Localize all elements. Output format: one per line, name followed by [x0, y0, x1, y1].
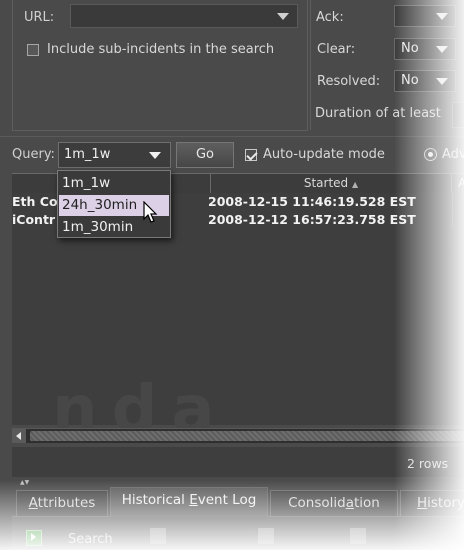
horizontal-scrollbar[interactable]: [12, 428, 464, 443]
ack-label: Ack:: [316, 10, 344, 25]
advanced-label[interactable]: Adv: [442, 147, 464, 162]
auto-update-checkbox[interactable]: [245, 149, 257, 161]
advanced-radio[interactable]: [424, 148, 437, 161]
resolved-label: Resolved:: [317, 74, 381, 89]
cell-ack: [452, 211, 464, 228]
resolved-combo[interactable]: No: [394, 70, 456, 92]
column-header-started-label: Started: [303, 176, 349, 190]
row-count: 2 rows: [407, 456, 449, 471]
toolbar-icon[interactable]: [350, 528, 366, 544]
url-combo[interactable]: [70, 4, 298, 28]
query-combo[interactable]: 1m_1w: [58, 142, 171, 168]
status-bar: 2 rows: [12, 447, 464, 477]
tab-history-label: History: [416, 495, 464, 511]
tab-consolidation-label: Consolidation: [288, 495, 380, 511]
include-sub-incidents-label[interactable]: Include sub-incidents in the search: [47, 42, 274, 57]
clear-label: Clear:: [317, 42, 356, 57]
splitter[interactable]: [12, 478, 464, 484]
duration-field[interactable]: [452, 102, 464, 128]
tab-bar: Attributes Historical Event Log Consolid…: [12, 486, 464, 517]
tab-attributes-label: Attributes: [28, 495, 96, 511]
query-selected-value: 1m_1w: [64, 147, 111, 162]
url-label: URL:: [24, 10, 55, 25]
duration-label: Duration of at least: [315, 106, 441, 121]
chevron-down-icon[interactable]: [149, 152, 161, 159]
tab-consolidation[interactable]: Consolidation: [270, 490, 398, 516]
auto-update-label[interactable]: Auto-update mode: [263, 147, 385, 162]
cell-ack: [452, 193, 464, 210]
chevron-down-icon[interactable]: [436, 46, 448, 53]
scrollbar-thumb[interactable]: [30, 431, 464, 441]
chevron-down-icon[interactable]: [436, 13, 448, 20]
search-button-label[interactable]: Search: [68, 532, 113, 547]
cell-started: 2008-12-12 16:57:23.758 EST: [208, 212, 416, 227]
toolbar-icon[interactable]: [150, 528, 166, 544]
divider: [0, 136, 464, 137]
tab-historical-event-log-label: Historical Event Log: [121, 492, 257, 508]
include-sub-incidents-checkbox[interactable]: [27, 44, 39, 56]
clear-value: No: [401, 41, 419, 56]
chevron-down-icon[interactable]: [436, 78, 448, 85]
search-run-icon[interactable]: [26, 530, 42, 546]
toolbar-icon[interactable]: [258, 528, 274, 544]
tab-historical-event-log[interactable]: Historical Event Log: [110, 487, 268, 517]
splitter-arrows-icon[interactable]: ▲▼: [20, 479, 29, 486]
app-window: URL: Include sub-incidents in the search…: [0, 0, 464, 550]
go-button[interactable]: Go: [176, 142, 234, 168]
tab-history[interactable]: History: [400, 490, 464, 516]
tab-attributes[interactable]: Attributes: [16, 490, 108, 516]
ack-combo[interactable]: [394, 5, 456, 27]
sort-arrow-icon: ▲: [352, 180, 359, 189]
clear-combo[interactable]: No: [394, 38, 456, 60]
scroll-left-icon[interactable]: [12, 429, 26, 443]
cell-started: 2008-12-15 11:46:19.528 EST: [208, 194, 416, 209]
dropdown-option[interactable]: 1m_1w: [59, 173, 169, 194]
column-header-started[interactable]: Started ▲: [210, 174, 452, 193]
chevron-down-icon[interactable]: [277, 13, 289, 20]
column-header-ack[interactable]: Ac: [452, 174, 464, 193]
query-label: Query:: [12, 147, 55, 162]
mouse-cursor-icon: [143, 201, 158, 223]
resolved-value: No: [401, 73, 419, 88]
